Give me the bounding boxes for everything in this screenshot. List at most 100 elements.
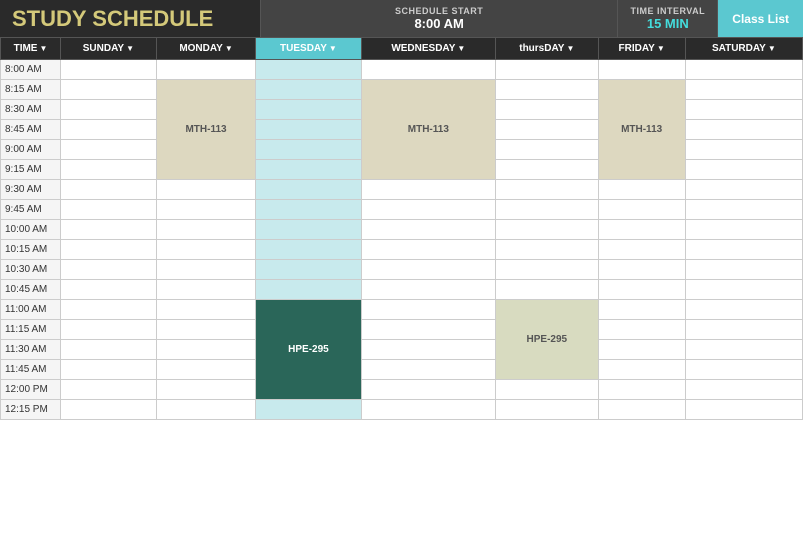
- empty-cell[interactable]: [598, 240, 685, 260]
- empty-cell[interactable]: [256, 180, 361, 200]
- empty-cell[interactable]: [598, 220, 685, 240]
- monday-dropdown-icon[interactable]: ▼: [225, 44, 233, 53]
- empty-cell[interactable]: [598, 260, 685, 280]
- empty-cell[interactable]: [598, 400, 685, 420]
- empty-cell[interactable]: [156, 60, 256, 80]
- empty-cell[interactable]: [685, 100, 802, 120]
- empty-cell[interactable]: [685, 380, 802, 400]
- empty-cell[interactable]: [685, 160, 802, 180]
- empty-cell[interactable]: [496, 160, 598, 180]
- empty-cell[interactable]: [685, 320, 802, 340]
- header-time[interactable]: TIME▼: [1, 38, 61, 60]
- header-thursday[interactable]: thursDAY▼: [496, 38, 598, 60]
- empty-cell[interactable]: [361, 380, 496, 400]
- empty-cell[interactable]: [598, 280, 685, 300]
- empty-cell[interactable]: [361, 200, 496, 220]
- empty-cell[interactable]: [496, 260, 598, 280]
- empty-cell[interactable]: [361, 260, 496, 280]
- header-friday[interactable]: FRIDAY▼: [598, 38, 685, 60]
- empty-cell[interactable]: [496, 100, 598, 120]
- empty-cell[interactable]: [256, 80, 361, 100]
- empty-cell[interactable]: [598, 200, 685, 220]
- empty-cell[interactable]: [156, 380, 256, 400]
- empty-cell[interactable]: [361, 400, 496, 420]
- empty-cell[interactable]: [598, 340, 685, 360]
- empty-cell[interactable]: [685, 280, 802, 300]
- empty-cell[interactable]: [496, 140, 598, 160]
- empty-cell[interactable]: [685, 240, 802, 260]
- empty-cell[interactable]: [61, 320, 157, 340]
- empty-cell[interactable]: [61, 400, 157, 420]
- empty-cell[interactable]: [496, 240, 598, 260]
- empty-cell[interactable]: [496, 80, 598, 100]
- event-cell[interactable]: HPE-295: [256, 300, 361, 400]
- friday-dropdown-icon[interactable]: ▼: [657, 44, 665, 53]
- event-cell[interactable]: HPE-295: [496, 300, 598, 380]
- empty-cell[interactable]: [496, 380, 598, 400]
- empty-cell[interactable]: [598, 360, 685, 380]
- empty-cell[interactable]: [256, 260, 361, 280]
- sunday-dropdown-icon[interactable]: ▼: [126, 44, 134, 53]
- empty-cell[interactable]: [156, 300, 256, 320]
- time-dropdown-icon[interactable]: ▼: [39, 44, 47, 53]
- empty-cell[interactable]: [598, 320, 685, 340]
- empty-cell[interactable]: [685, 140, 802, 160]
- empty-cell[interactable]: [156, 340, 256, 360]
- empty-cell[interactable]: [496, 120, 598, 140]
- empty-cell[interactable]: [156, 400, 256, 420]
- header-saturday[interactable]: SATURDAY▼: [685, 38, 802, 60]
- empty-cell[interactable]: [256, 280, 361, 300]
- empty-cell[interactable]: [256, 400, 361, 420]
- empty-cell[interactable]: [156, 180, 256, 200]
- empty-cell[interactable]: [685, 400, 802, 420]
- empty-cell[interactable]: [61, 380, 157, 400]
- empty-cell[interactable]: [361, 240, 496, 260]
- event-cell[interactable]: MTH-113: [361, 80, 496, 180]
- empty-cell[interactable]: [685, 300, 802, 320]
- empty-cell[interactable]: [361, 320, 496, 340]
- empty-cell[interactable]: [61, 360, 157, 380]
- empty-cell[interactable]: [598, 180, 685, 200]
- empty-cell[interactable]: [256, 100, 361, 120]
- empty-cell[interactable]: [361, 300, 496, 320]
- event-cell[interactable]: MTH-113: [156, 80, 256, 180]
- event-cell[interactable]: MTH-113: [598, 80, 685, 180]
- empty-cell[interactable]: [61, 340, 157, 360]
- empty-cell[interactable]: [685, 120, 802, 140]
- empty-cell[interactable]: [361, 360, 496, 380]
- empty-cell[interactable]: [61, 60, 157, 80]
- empty-cell[interactable]: [496, 400, 598, 420]
- empty-cell[interactable]: [156, 220, 256, 240]
- class-list-button[interactable]: Class List: [717, 0, 803, 37]
- empty-cell[interactable]: [61, 240, 157, 260]
- empty-cell[interactable]: [156, 280, 256, 300]
- empty-cell[interactable]: [361, 220, 496, 240]
- empty-cell[interactable]: [256, 220, 361, 240]
- empty-cell[interactable]: [61, 260, 157, 280]
- empty-cell[interactable]: [361, 280, 496, 300]
- empty-cell[interactable]: [685, 340, 802, 360]
- empty-cell[interactable]: [156, 320, 256, 340]
- header-tuesday[interactable]: TUESDAY▼: [256, 38, 361, 60]
- empty-cell[interactable]: [685, 200, 802, 220]
- empty-cell[interactable]: [256, 160, 361, 180]
- empty-cell[interactable]: [61, 160, 157, 180]
- saturday-dropdown-icon[interactable]: ▼: [768, 44, 776, 53]
- empty-cell[interactable]: [61, 100, 157, 120]
- empty-cell[interactable]: [685, 360, 802, 380]
- empty-cell[interactable]: [598, 60, 685, 80]
- empty-cell[interactable]: [685, 60, 802, 80]
- empty-cell[interactable]: [256, 240, 361, 260]
- empty-cell[interactable]: [496, 280, 598, 300]
- empty-cell[interactable]: [61, 180, 157, 200]
- header-wednesday[interactable]: WEDNESDAY▼: [361, 38, 496, 60]
- empty-cell[interactable]: [496, 60, 598, 80]
- empty-cell[interactable]: [61, 140, 157, 160]
- empty-cell[interactable]: [361, 180, 496, 200]
- empty-cell[interactable]: [156, 360, 256, 380]
- empty-cell[interactable]: [685, 80, 802, 100]
- empty-cell[interactable]: [685, 220, 802, 240]
- empty-cell[interactable]: [156, 240, 256, 260]
- tuesday-dropdown-icon[interactable]: ▼: [329, 44, 337, 53]
- empty-cell[interactable]: [61, 120, 157, 140]
